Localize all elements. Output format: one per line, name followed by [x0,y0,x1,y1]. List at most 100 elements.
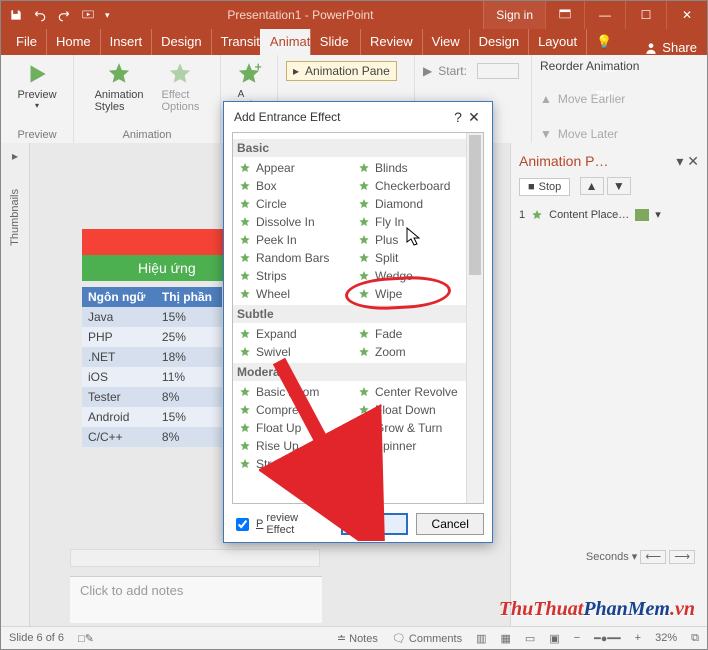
start-from-beginning-icon[interactable] [81,8,95,22]
slideshow-view-icon[interactable]: ▣ [549,632,559,645]
thumbnails-label: Thumbnails [9,189,21,246]
add-entrance-effect-dialog: Add Entrance Effect ? ✕ Basic AppearBoxC… [223,101,493,543]
effect-options-button[interactable]: Effect Options [158,59,204,115]
table-row: PHP25% [82,327,222,347]
anim-up-icon[interactable]: ▲ [580,177,604,195]
svg-text:+: + [254,61,262,74]
effect-compress[interactable]: Compress [239,401,358,419]
category-basic: Basic [233,139,483,157]
effect-swivel[interactable]: Swivel [239,343,358,361]
zoom-slider[interactable]: ━●━━ [594,632,621,645]
animation-pane-title: Animation P… ▾ ✕ [519,153,699,170]
table-row: C/C++8% [82,427,222,447]
effect-box[interactable]: Box [239,177,358,195]
window-title: Presentation1 - PowerPoint [118,8,484,22]
tab-animations[interactable]: Animations [260,29,310,55]
animation-pane-button[interactable]: ▸Animation Pane [286,61,397,81]
tab-view[interactable]: View [422,29,469,55]
animation-item[interactable]: 1 Content Place… ▾ [519,208,699,221]
effect-fade[interactable]: Fade [358,325,477,343]
effect-rise-up[interactable]: Rise Up [239,437,358,455]
tab-transitions[interactable]: Transitions [211,29,260,55]
tab-design2[interactable]: Design [469,29,528,55]
table-row: Java15% [82,307,222,327]
effect-random-bars[interactable]: Random Bars [239,249,358,267]
save-icon[interactable] [9,8,23,22]
move-later-button[interactable]: ▼ Move Later [540,125,618,143]
effect-list[interactable]: Basic AppearBoxCircleDissolve InPeek InR… [232,132,484,504]
thumbnail-rail[interactable]: ▸ Thumbnails [1,143,30,627]
expand-thumbnails-icon[interactable]: ▸ [12,149,18,163]
effect-dissolve-in[interactable]: Dissolve In [239,213,358,231]
tab-insert[interactable]: Insert [100,29,152,55]
animation-styles-button[interactable]: Animation Styles [91,59,148,115]
effect-spinner[interactable]: Spinner [358,437,477,455]
fit-to-window-icon[interactable]: ⧉ [691,632,699,645]
effect-checkerboard[interactable]: Checkerboard [358,177,477,195]
watermark: ThuThuatPhanMem.vn [499,598,695,621]
table-row: iOS11% [82,367,222,387]
notes-pane[interactable]: Click to add notes [70,576,322,623]
effect-appear[interactable]: Appear [239,159,358,177]
preview-button[interactable]: Preview▾ [13,59,60,112]
tab-home[interactable]: Home [46,29,100,55]
effect-expand[interactable]: Expand [239,325,358,343]
data-table: Ngôn ngữThị phần Java15% PHP25% .NET18% … [82,287,222,447]
ribbon-tabs: File Home Insert Design Transitions Anim… [1,29,707,55]
notes-toggle[interactable]: ≐ Notes [337,632,378,645]
preview-effect-checkbox[interactable]: Preview Effect [232,512,325,536]
effect-center-revolve[interactable]: Center Revolve [358,383,477,401]
maximize-button[interactable]: ☐ [625,1,666,29]
tab-layout[interactable]: Layout [528,29,586,55]
effect-peek-in[interactable]: Peek In [239,231,358,249]
effect-split[interactable]: Split [358,249,477,267]
animation-pane: Animation P… ▾ ✕ ■ Stop ▲ ▼ 1 Content Pl… [510,143,707,627]
effect-grow-&-turn[interactable]: Grow & Turn [358,419,477,437]
close-button[interactable]: ✕ [666,1,707,29]
effect-basic-zoom[interactable]: Basic Zoom [239,383,358,401]
anim-down-icon[interactable]: ▼ [607,177,631,195]
slide-counter: Slide 6 of 6 [9,632,64,644]
dialog-help-icon[interactable]: ? [450,109,466,125]
tab-slideshow[interactable]: Slide Show [310,29,360,55]
tab-design[interactable]: Design [151,29,210,55]
stop-button[interactable]: ■ Stop [519,178,570,196]
normal-view-icon[interactable]: ▥ [476,632,486,645]
tab-file[interactable]: File [7,29,46,55]
dialog-scrollbar[interactable] [466,133,483,503]
effect-wheel[interactable]: Wheel [239,285,358,303]
zoom-level[interactable]: 32% [655,632,677,644]
effect-strips[interactable]: Strips [239,267,358,285]
start-dropdown[interactable]: ▶ Start: [423,61,519,81]
ok-button[interactable]: OK [341,513,409,535]
comments-toggle[interactable]: 🗨 Comments [392,632,462,645]
ribbon-display-options-icon[interactable] [545,1,584,29]
share-button[interactable]: Share [634,40,707,55]
tell-me[interactable]: 💡 Tell me [586,29,634,55]
zoom-out-icon[interactable]: − [574,632,580,644]
horizontal-scrollbar[interactable] [70,549,320,567]
dialog-close-icon[interactable]: ✕ [466,109,482,126]
effect-circle[interactable]: Circle [239,195,358,213]
table-row: Tester8% [82,387,222,407]
reorder-label: Reorder Animation [540,59,639,73]
redo-icon[interactable] [57,8,71,22]
effect-float-up[interactable]: Float Up [239,419,358,437]
spellcheck-icon[interactable]: □✎ [78,632,94,645]
reading-view-icon[interactable]: ▭ [525,632,535,645]
cancel-button[interactable]: Cancel [416,513,484,535]
qat-dropdown-icon[interactable]: ▾ [105,10,110,21]
effect-stretch[interactable]: Stretch [239,455,358,473]
effect-zoom[interactable]: Zoom [358,343,477,361]
move-earlier-button[interactable]: ▲ Move Earlier [540,90,625,108]
dialog-title: Add Entrance Effect [234,110,341,124]
sign-in-button[interactable]: Sign in [483,1,545,29]
effect-diamond[interactable]: Diamond [358,195,477,213]
sorter-view-icon[interactable]: ▦ [501,632,511,645]
zoom-in-icon[interactable]: + [635,632,641,644]
tab-review[interactable]: Review [360,29,422,55]
undo-icon[interactable] [33,8,47,22]
effect-float-down[interactable]: Float Down [358,401,477,419]
minimize-button[interactable]: — [584,1,625,29]
effect-blinds[interactable]: Blinds [358,159,477,177]
